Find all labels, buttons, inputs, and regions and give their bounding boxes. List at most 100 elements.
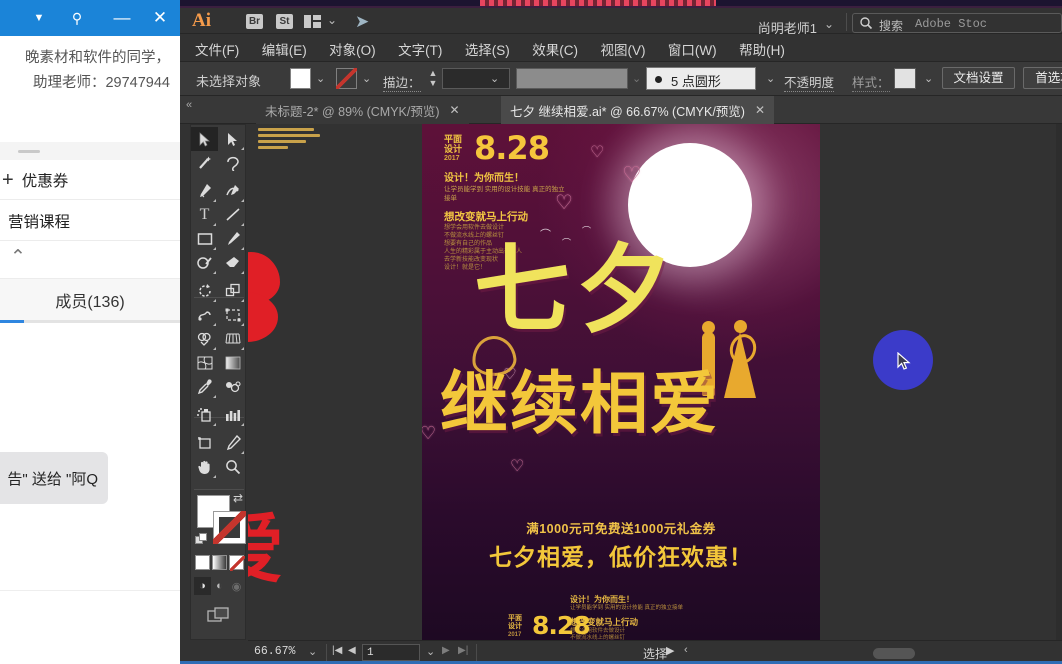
- pen-tool[interactable]: [191, 179, 218, 203]
- gradient-tool[interactable]: [219, 351, 246, 375]
- sync-settings-icon[interactable]: ➤: [355, 12, 369, 32]
- free-transform-tool[interactable]: [219, 303, 246, 327]
- chevron-down-icon[interactable]: ▼: [22, 0, 56, 36]
- menu-select[interactable]: 选择(S): [456, 34, 519, 59]
- rotate-tool[interactable]: [191, 279, 218, 303]
- type-tool[interactable]: T: [191, 203, 218, 227]
- canvas-vertical-scrollbar[interactable]: [1056, 124, 1062, 640]
- chevron-down-icon[interactable]: ⌄: [316, 72, 325, 85]
- default-fill-stroke-icon[interactable]: [195, 533, 208, 546]
- column-graph-tool[interactable]: [219, 403, 246, 427]
- collapse-section-button[interactable]: ⌃: [0, 242, 180, 276]
- stroke-color-swatch[interactable]: [336, 68, 357, 89]
- expand-left-icon[interactable]: ‹: [684, 644, 688, 656]
- close-icon[interactable]: ✕: [143, 0, 177, 36]
- change-screen-mode-icon[interactable]: [207, 607, 231, 628]
- chevron-down-icon[interactable]: ⌄: [426, 645, 435, 658]
- menu-view[interactable]: 视图(V): [591, 34, 654, 59]
- fill-color-swatch[interactable]: [290, 68, 311, 89]
- graphic-style-swatch[interactable]: [894, 68, 916, 89]
- hand-tool[interactable]: [191, 455, 218, 479]
- lasso-tool[interactable]: [219, 151, 246, 175]
- stock-button[interactable]: St: [276, 14, 293, 29]
- artboard-tool[interactable]: [191, 431, 218, 455]
- menu-window[interactable]: 窗口(W): [659, 34, 726, 59]
- blend-tool[interactable]: [219, 375, 246, 399]
- bridge-button[interactable]: Br: [246, 14, 263, 29]
- full-screen-menu-mode-button[interactable]: ◐: [211, 577, 228, 595]
- width-tool[interactable]: [191, 303, 218, 327]
- horizontal-scrollbar[interactable]: [873, 648, 915, 659]
- document-canvas[interactable]: 爱 平面 设计 2017 8.28 设计！为你而生！ 让学员能学到 实用的: [248, 124, 1062, 640]
- gradient-mode-button[interactable]: [212, 555, 227, 570]
- chevron-down-icon[interactable]: ⌄: [632, 72, 641, 85]
- stroke-weight-input[interactable]: [442, 68, 510, 89]
- first-artboard-icon[interactable]: |◀: [332, 645, 342, 656]
- menu-edit[interactable]: 编辑(E): [253, 34, 316, 59]
- chevron-down-icon[interactable]: ⌄: [766, 72, 775, 85]
- normal-screen-mode-button[interactable]: ◑: [194, 577, 211, 595]
- collapse-panel-icon[interactable]: «: [186, 99, 192, 111]
- line-segment-tool[interactable]: [219, 203, 246, 227]
- eraser-tool[interactable]: [219, 251, 246, 275]
- zoom-level-input[interactable]: 66.67%: [254, 645, 302, 661]
- chevron-down-icon[interactable]: ⌄: [490, 72, 499, 85]
- play-icon[interactable]: ▶: [666, 644, 674, 657]
- symbol-sprayer-tool[interactable]: [191, 403, 218, 427]
- list-item-course[interactable]: 营销课程: [0, 201, 180, 241]
- preferences-button[interactable]: 首选项: [1023, 67, 1062, 89]
- menu-file[interactable]: 文件(F): [186, 34, 248, 59]
- opacity-label[interactable]: 不透明度: [784, 72, 835, 92]
- menu-object[interactable]: 对象(O): [320, 34, 385, 59]
- arrange-documents-icon[interactable]: [304, 15, 321, 28]
- members-header[interactable]: 成员(136): [0, 278, 180, 320]
- zoom-tool[interactable]: [219, 455, 246, 479]
- selection-tool[interactable]: [191, 127, 218, 151]
- slice-tool[interactable]: [219, 431, 246, 455]
- paintbrush-tool[interactable]: [219, 227, 246, 251]
- list-item-coupon[interactable]: + 优惠券: [0, 160, 180, 200]
- perspective-grid-tool[interactable]: [219, 327, 246, 351]
- close-icon[interactable]: ✕: [755, 103, 765, 117]
- rectangle-tool[interactable]: [191, 227, 218, 251]
- pin-icon[interactable]: ⚲: [60, 0, 94, 36]
- minimize-button[interactable]: —: [105, 0, 139, 36]
- none-mode-button[interactable]: [229, 555, 245, 571]
- mesh-tool[interactable]: [191, 351, 218, 375]
- eyedropper-tool[interactable]: [191, 375, 218, 399]
- brush-definition-dropdown[interactable]: 5 点圆形: [646, 67, 756, 90]
- menu-effect[interactable]: 效果(C): [523, 34, 587, 59]
- swap-fill-stroke-icon[interactable]: ⇄: [233, 491, 243, 505]
- search-input[interactable]: 搜索 Adobe Stoc: [852, 13, 1062, 33]
- color-mode-button[interactable]: [195, 555, 210, 570]
- full-screen-mode-button[interactable]: ◉: [228, 577, 245, 595]
- document-tab-untitled[interactable]: 未标题-2* @ 89% (CMYK/预览) ✕: [256, 96, 469, 124]
- stepper-icon[interactable]: ▲ ▼: [427, 68, 439, 89]
- close-icon[interactable]: ✕: [450, 103, 460, 117]
- chevron-down-icon[interactable]: ⌄: [308, 645, 317, 658]
- menu-type[interactable]: 文字(T): [389, 34, 451, 59]
- document-tab-qixi[interactable]: 七夕 继续相爱.ai* @ 66.67% (CMYK/预览) ✕: [501, 96, 775, 124]
- style-label[interactable]: 样式：: [852, 72, 890, 92]
- stroke-profile-dropdown[interactable]: [516, 68, 628, 89]
- direct-selection-tool[interactable]: [219, 127, 246, 151]
- artboard-poster[interactable]: 平面 设计 2017 8.28 设计！为你而生！ 让学员能学到 实用的设计技能 …: [422, 124, 820, 640]
- shaper-tool[interactable]: [191, 251, 218, 275]
- menu-help[interactable]: 帮助(H): [730, 34, 794, 59]
- panel-resize-handle[interactable]: [0, 142, 180, 160]
- stroke-weight-label[interactable]: 描边：: [383, 72, 421, 92]
- magic-wand-tool[interactable]: [191, 151, 218, 175]
- prev-artboard-icon[interactable]: ◀: [348, 645, 356, 656]
- last-artboard-icon[interactable]: ▶|: [458, 645, 468, 656]
- artboard-number-input[interactable]: 1: [362, 644, 420, 661]
- document-setup-button[interactable]: 文档设置: [942, 67, 1015, 89]
- stroke-swatch[interactable]: [213, 511, 246, 544]
- curvature-tool[interactable]: [219, 179, 246, 203]
- chevron-down-icon[interactable]: ⌄: [362, 72, 371, 85]
- shape-builder-tool[interactable]: [191, 327, 218, 351]
- scale-tool[interactable]: [219, 279, 246, 303]
- chevron-down-icon[interactable]: ⌄: [924, 72, 933, 85]
- chevron-down-icon[interactable]: ⌄: [824, 17, 834, 31]
- next-artboard-icon[interactable]: ▶: [442, 645, 450, 656]
- chevron-down-icon[interactable]: ⌄: [327, 13, 337, 27]
